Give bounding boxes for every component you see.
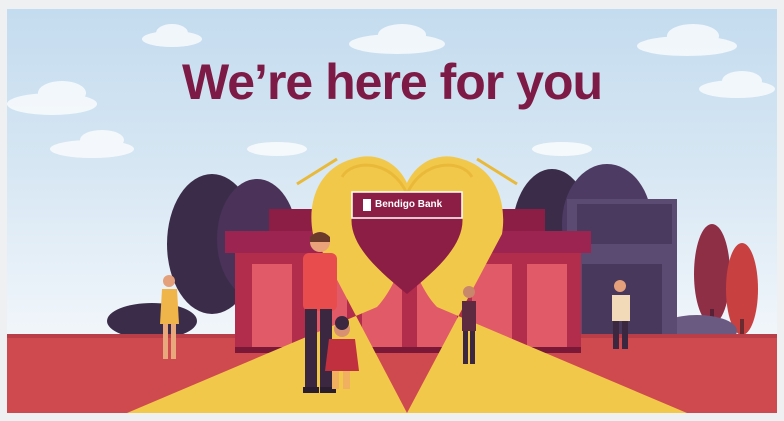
headline: We’re here for you <box>181 54 603 110</box>
hero-banner: We’re here for you Bendigo Bank <box>7 9 777 413</box>
bank-logo-icon <box>363 199 371 211</box>
bank-sign-label: Bendigo Bank <box>375 199 443 210</box>
